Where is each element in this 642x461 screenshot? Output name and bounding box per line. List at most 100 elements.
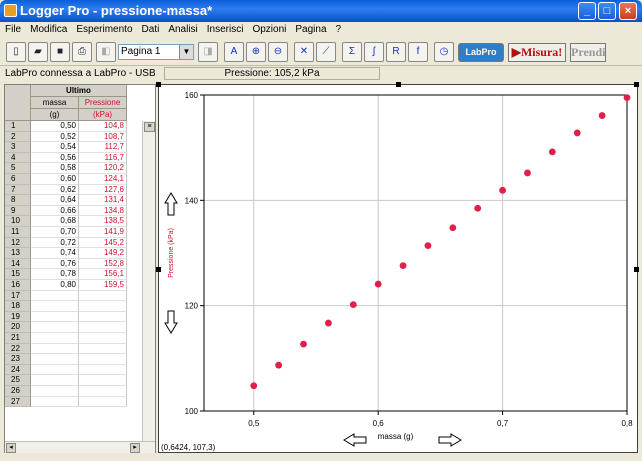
- autoscale-icon[interactable]: A: [224, 42, 244, 62]
- pressione-cell[interactable]: 159,5: [79, 280, 127, 291]
- resize-handle[interactable]: [396, 82, 401, 87]
- massa-cell[interactable]: [31, 311, 79, 323]
- new-file-icon[interactable]: ▯: [6, 42, 26, 62]
- menu-dati[interactable]: Dati: [137, 22, 164, 35]
- pressione-cell[interactable]: [79, 301, 127, 312]
- scroll-right-icon[interactable]: ▸: [130, 443, 140, 453]
- table-row[interactable]: 2 0,52 108,7: [5, 131, 142, 143]
- menu-pagina[interactable]: Pagina: [290, 22, 330, 35]
- table-row[interactable]: 26: [5, 386, 142, 397]
- table-row[interactable]: 4 0,56 116,7: [5, 152, 142, 164]
- massa-cell[interactable]: 0,76: [31, 258, 79, 270]
- save-icon[interactable]: ■: [50, 42, 70, 62]
- table-row[interactable]: 20: [5, 322, 142, 333]
- collect-button[interactable]: ▶Misura!: [508, 43, 566, 62]
- table-row[interactable]: 12 0,72 145,2: [5, 237, 142, 249]
- pressione-cell[interactable]: [79, 311, 127, 323]
- table-row[interactable]: 22: [5, 343, 142, 355]
- pressione-cell[interactable]: 127,6: [79, 184, 127, 196]
- column-header-massa[interactable]: massa: [31, 97, 79, 109]
- menu-file[interactable]: File: [0, 22, 25, 35]
- open-folder-icon[interactable]: ▰: [28, 42, 48, 62]
- pressione-cell[interactable]: 104,8: [79, 121, 127, 132]
- resize-handle[interactable]: [156, 267, 161, 272]
- menu-opzioni[interactable]: Opzioni: [247, 22, 290, 35]
- statistics-icon[interactable]: Σ: [342, 42, 362, 62]
- pressione-cell[interactable]: 141,9: [79, 227, 127, 238]
- linear-fit-icon[interactable]: R: [386, 42, 406, 62]
- minimize-button[interactable]: _: [578, 2, 596, 20]
- scatter-chart[interactable]: 0,5 0,6 0,7 0,8 100 120 140 160 massa (g) Pressio…: [159, 85, 637, 452]
- scroll-thumb[interactable]: ≡: [144, 122, 155, 132]
- menu-modifica[interactable]: Modifica: [25, 22, 71, 35]
- massa-cell[interactable]: 0,70: [31, 227, 79, 238]
- pressione-cell[interactable]: 116,7: [79, 152, 127, 164]
- massa-cell[interactable]: [31, 322, 79, 333]
- page-select[interactable]: Pagina 1 ▼: [118, 44, 194, 60]
- pressione-cell[interactable]: 145,2: [79, 237, 127, 249]
- table-row[interactable]: 11 0,70 141,9: [5, 227, 142, 238]
- maximize-button[interactable]: □: [598, 2, 616, 20]
- menu-analisi[interactable]: Analisi: [163, 22, 201, 35]
- massa-cell[interactable]: 0,60: [31, 174, 79, 185]
- massa-cell[interactable]: [31, 364, 79, 376]
- pressione-cell[interactable]: 149,2: [79, 248, 127, 259]
- pressione-cell[interactable]: [79, 333, 127, 344]
- table-row[interactable]: 13 0,74 149,2: [5, 248, 142, 259]
- clock-icon[interactable]: ◷: [434, 42, 454, 62]
- pressione-cell[interactable]: 112,7: [79, 142, 127, 153]
- table-row[interactable]: 9 0,66 134,8: [5, 205, 142, 217]
- table-row[interactable]: 19: [5, 311, 142, 323]
- table-row[interactable]: 1 0,50 104,8: [5, 121, 142, 132]
- massa-cell[interactable]: 0,62: [31, 184, 79, 196]
- table-row[interactable]: 21: [5, 333, 142, 344]
- massa-cell[interactable]: 0,56: [31, 152, 79, 164]
- print-icon[interactable]: ⎙: [72, 42, 92, 62]
- resize-handle[interactable]: [634, 82, 639, 87]
- curve-fit-icon[interactable]: f: [408, 42, 428, 62]
- table-row[interactable]: 6 0,60 124,1: [5, 174, 142, 185]
- massa-cell[interactable]: 0,54: [31, 142, 79, 153]
- massa-cell[interactable]: 0,64: [31, 195, 79, 206]
- chevron-down-icon[interactable]: ▼: [179, 45, 193, 59]
- pressione-cell[interactable]: 131,4: [79, 195, 127, 206]
- integral-icon[interactable]: ∫: [364, 42, 384, 62]
- massa-cell[interactable]: 0,66: [31, 205, 79, 217]
- massa-cell[interactable]: [31, 290, 79, 302]
- table-horizontal-scrollbar[interactable]: ◂ ▸: [5, 441, 155, 453]
- pressione-cell[interactable]: 156,1: [79, 269, 127, 280]
- zoom-in-icon[interactable]: ⊕: [246, 42, 266, 62]
- massa-cell[interactable]: 0,52: [31, 131, 79, 143]
- massa-cell[interactable]: [31, 375, 79, 386]
- menu-help[interactable]: ?: [331, 22, 346, 35]
- massa-cell[interactable]: [31, 354, 79, 365]
- table-row[interactable]: 24: [5, 364, 142, 376]
- massa-cell[interactable]: 0,72: [31, 237, 79, 249]
- labpro-button[interactable]: LabPro: [458, 43, 504, 62]
- pressione-cell[interactable]: 124,1: [79, 174, 127, 185]
- table-row[interactable]: 15 0,78 156,1: [5, 269, 142, 280]
- keep-button[interactable]: Prendi: [570, 43, 606, 62]
- pressione-cell[interactable]: 108,7: [79, 131, 127, 143]
- massa-cell[interactable]: 0,50: [31, 121, 79, 132]
- pressione-cell[interactable]: [79, 396, 127, 408]
- pressione-cell[interactable]: [79, 343, 127, 355]
- massa-cell[interactable]: 0,80: [31, 280, 79, 291]
- menu-esperimento[interactable]: Esperimento: [71, 22, 136, 35]
- pressione-cell[interactable]: [79, 322, 127, 333]
- massa-cell[interactable]: [31, 386, 79, 397]
- table-row[interactable]: 3 0,54 112,7: [5, 142, 142, 153]
- table-row[interactable]: 27: [5, 396, 142, 408]
- massa-cell[interactable]: 0,74: [31, 248, 79, 259]
- massa-cell[interactable]: [31, 333, 79, 344]
- pressione-cell[interactable]: 152,8: [79, 258, 127, 270]
- table-row[interactable]: 5 0,58 120,2: [5, 163, 142, 174]
- massa-cell[interactable]: 0,58: [31, 163, 79, 174]
- massa-cell[interactable]: [31, 301, 79, 312]
- examine-icon[interactable]: ✕: [294, 42, 314, 62]
- massa-cell[interactable]: 0,78: [31, 269, 79, 280]
- column-header-pressione[interactable]: Pressione: [79, 97, 127, 109]
- pressione-cell[interactable]: 120,2: [79, 163, 127, 174]
- pressione-cell[interactable]: 138,5: [79, 216, 127, 227]
- table-row[interactable]: 23: [5, 354, 142, 365]
